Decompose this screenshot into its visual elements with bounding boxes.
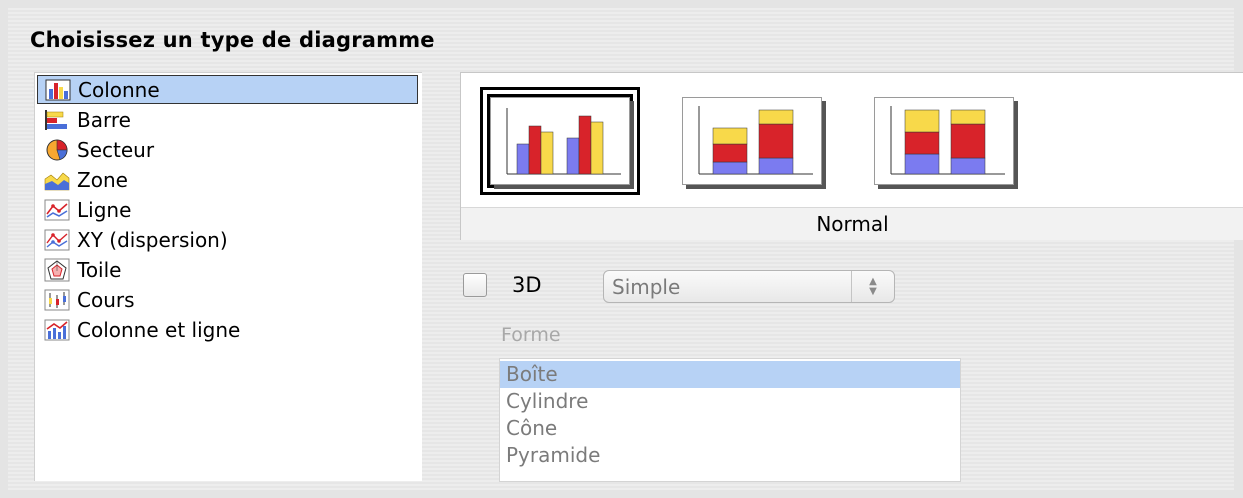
shape-label: Forme bbox=[501, 324, 561, 346]
pie-chart-icon bbox=[37, 138, 77, 162]
line-chart-icon bbox=[37, 198, 77, 222]
chart-type-label: Ligne bbox=[77, 197, 132, 222]
chart-type-label: Zone bbox=[77, 167, 128, 192]
chart-type-label: XY (dispersion) bbox=[77, 227, 228, 252]
stepper-arrows-icon: ▲ ▼ bbox=[851, 271, 894, 302]
chart-variant-panel: Normal bbox=[460, 72, 1243, 240]
variant-selection-inner bbox=[487, 94, 633, 188]
normal-column-chart-icon bbox=[490, 97, 630, 185]
chart-type-item-colonne[interactable]: Colonne bbox=[37, 75, 418, 104]
chart-type-item-secteur[interactable]: Secteur bbox=[37, 135, 418, 164]
chart-type-item-toile[interactable]: Toile bbox=[37, 255, 418, 284]
shape-option-pyramide[interactable]: Pyramide bbox=[500, 442, 960, 469]
3d-checkbox[interactable] bbox=[463, 273, 487, 297]
3d-mode-select[interactable]: Simple ▲ ▼ bbox=[603, 270, 895, 303]
shape-option-boite[interactable]: Boîte bbox=[500, 361, 960, 388]
chart-type-item-ligne[interactable]: Ligne bbox=[37, 195, 418, 224]
chart-type-item-xy-dispersion[interactable]: XY (dispersion) bbox=[37, 225, 418, 254]
stacked-column-chart-icon bbox=[682, 97, 822, 185]
scatter-chart-icon bbox=[37, 228, 77, 252]
variant-normal[interactable] bbox=[465, 77, 655, 205]
chart-type-label: Cours bbox=[77, 287, 135, 312]
shape-option-cylindre[interactable]: Cylindre bbox=[500, 388, 960, 415]
net-chart-icon bbox=[37, 258, 77, 282]
chart-type-label: Colonne bbox=[78, 77, 160, 102]
chart-type-item-cours[interactable]: Cours bbox=[37, 285, 418, 314]
chart-type-dialog: Choisissez un type de diagramme Colonne bbox=[8, 8, 1243, 490]
column-chart-icon bbox=[38, 78, 78, 102]
chart-type-label: Toile bbox=[77, 257, 122, 282]
chart-type-item-colonne-et-ligne[interactable]: Colonne et ligne bbox=[37, 315, 418, 344]
stock-chart-icon bbox=[37, 288, 77, 312]
chart-type-label: Barre bbox=[77, 107, 131, 132]
shape-option-cone[interactable]: Cône bbox=[500, 415, 960, 442]
bar-chart-icon bbox=[37, 108, 77, 132]
column-line-chart-icon bbox=[37, 318, 77, 342]
3d-label: 3D bbox=[512, 273, 542, 297]
chart-type-item-zone[interactable]: Zone bbox=[37, 165, 418, 194]
variant-percent-stacked[interactable] bbox=[849, 77, 1039, 205]
chart-type-list[interactable]: Colonne Barre Secteur Zone Ligne XY (dis… bbox=[34, 72, 422, 481]
percent-stacked-column-chart-icon bbox=[874, 97, 1014, 185]
variant-caption: Normal bbox=[816, 212, 889, 236]
variant-caption-bar: Normal bbox=[461, 207, 1243, 240]
shape-list[interactable]: Boîte Cylindre Cône Pyramide bbox=[499, 358, 961, 482]
chart-type-label: Secteur bbox=[77, 137, 155, 162]
chart-type-item-barre[interactable]: Barre bbox=[37, 105, 418, 134]
3d-mode-value: Simple bbox=[612, 275, 681, 299]
area-chart-icon bbox=[37, 168, 77, 192]
dialog-title: Choisissez un type de diagramme bbox=[30, 28, 435, 52]
variant-selection-frame bbox=[480, 87, 640, 195]
chart-type-label: Colonne et ligne bbox=[77, 317, 241, 342]
variant-stacked[interactable] bbox=[657, 77, 847, 205]
